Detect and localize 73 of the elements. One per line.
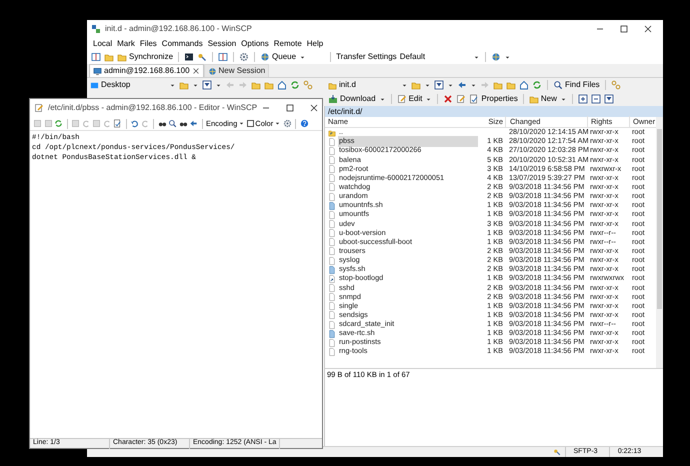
remote-path-dropdown[interactable]: init.d xyxy=(328,79,408,91)
monitor-icon xyxy=(93,66,102,76)
menu-item[interactable]: Remote xyxy=(274,38,302,50)
close-icon[interactable] xyxy=(309,103,320,113)
menu-item[interactable]: Local xyxy=(93,38,112,50)
filter-icon[interactable] xyxy=(434,80,444,90)
menu-item[interactable]: Options xyxy=(241,38,269,50)
close-icon[interactable] xyxy=(643,24,653,34)
links-icon[interactable] xyxy=(303,80,313,90)
panels-icon[interactable] xyxy=(218,52,228,62)
caret-icon xyxy=(274,120,282,127)
editor-icon xyxy=(34,103,44,113)
compare-icon[interactable] xyxy=(91,52,101,62)
rename-icon[interactable] xyxy=(456,94,466,104)
window-title: init.d - admin@192.168.86.100 - WinSCP xyxy=(105,23,253,35)
edit-icon xyxy=(396,94,407,104)
undo-icon[interactable] xyxy=(130,119,139,128)
terminal-icon[interactable] xyxy=(184,52,194,62)
home-icon[interactable] xyxy=(277,80,287,90)
search-icon xyxy=(553,80,563,90)
toolbar-button[interactable]: Download xyxy=(328,93,376,105)
toolbar-button[interactable]: Edit xyxy=(396,93,422,105)
session-tab[interactable]: New Session xyxy=(204,64,270,77)
help-icon[interactable] xyxy=(300,119,309,128)
script-file-icon xyxy=(328,202,336,210)
menu-item[interactable]: Commands xyxy=(162,38,203,50)
folder-icon xyxy=(528,94,539,104)
menu-item[interactable]: Files xyxy=(140,38,157,50)
refresh-icon[interactable] xyxy=(290,80,300,90)
folder-icon xyxy=(328,80,337,90)
find-files-button[interactable]: Find Files xyxy=(553,79,600,91)
menu-item[interactable]: Session xyxy=(208,38,236,50)
menu-item[interactable]: Mark xyxy=(117,38,135,50)
filter-icon[interactable] xyxy=(604,94,614,104)
settings-icon[interactable] xyxy=(239,52,250,62)
toolbar-button[interactable]: Properties xyxy=(469,93,518,105)
refresh-icon[interactable] xyxy=(532,80,542,90)
filter-icon[interactable] xyxy=(202,80,212,90)
download-icon xyxy=(328,94,338,104)
transfer-settings-label: Transfer Settings xyxy=(336,51,397,63)
desktop-icon xyxy=(90,80,99,90)
toolbar-button[interactable]: New xyxy=(528,93,557,105)
minus-icon[interactable] xyxy=(590,94,601,104)
home-icon[interactable] xyxy=(519,80,529,90)
links-icon[interactable] xyxy=(610,80,621,90)
color-checkbox[interactable] xyxy=(246,120,254,127)
maximize-icon[interactable] xyxy=(285,103,296,113)
queue-icon xyxy=(260,52,270,62)
synchronize-button[interactable]: Synchronize xyxy=(117,51,174,63)
properties-icon xyxy=(469,94,480,104)
shortcut-file-icon xyxy=(328,274,336,283)
back-icon[interactable] xyxy=(457,80,467,90)
session-tab[interactable]: admin@192.168.86.100 xyxy=(89,64,204,77)
new-session-icon xyxy=(208,66,217,76)
close-icon[interactable] xyxy=(192,67,200,75)
path-bar: /etc/init.d/ xyxy=(325,106,663,117)
maximize-icon[interactable] xyxy=(619,24,629,34)
script-file-icon xyxy=(328,330,336,338)
caret-icon xyxy=(238,120,246,127)
queue-button[interactable]: Queue xyxy=(260,51,296,63)
key-icon[interactable] xyxy=(197,52,208,62)
transfer-settings-dropdown[interactable]: Default xyxy=(400,51,480,63)
menu-item[interactable]: Help xyxy=(306,38,324,50)
reload-icon[interactable] xyxy=(54,119,63,128)
window-title: /etc/init.d/pbss - admin@192.168.86.100 - Editor - WinSCP xyxy=(48,102,258,114)
local-path-dropdown[interactable]: Desktop xyxy=(90,79,176,91)
plus-icon[interactable] xyxy=(578,94,588,104)
parent-folder-icon xyxy=(328,128,336,137)
globe-icon[interactable] xyxy=(490,52,501,62)
app-icon xyxy=(91,24,101,34)
settings-icon[interactable] xyxy=(282,119,292,128)
script-file-icon xyxy=(328,266,336,274)
scrollbar[interactable] xyxy=(656,117,663,368)
